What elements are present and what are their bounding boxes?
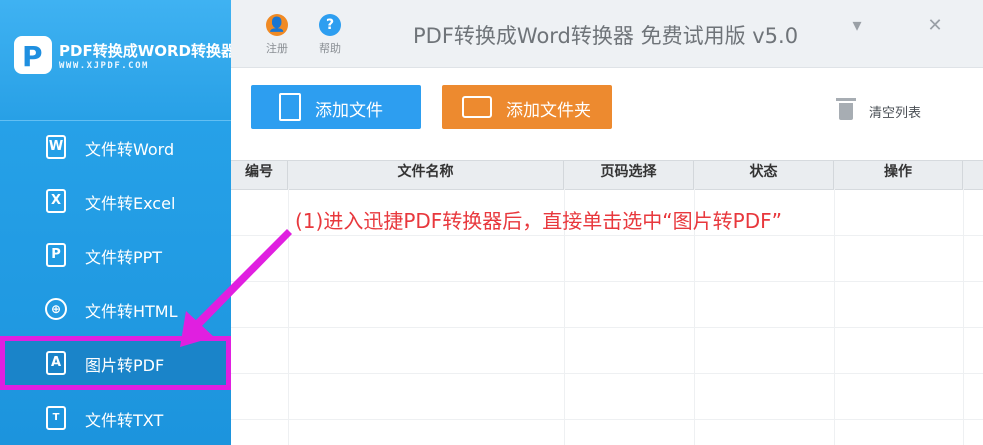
txt-file-icon: T bbox=[46, 406, 66, 430]
pdf-file-icon: A bbox=[46, 351, 66, 375]
user-icon: 👤 bbox=[266, 14, 288, 36]
close-icon[interactable]: ✕ bbox=[925, 15, 945, 36]
clear-list-label: 清空列表 bbox=[869, 106, 922, 121]
sidebar-item-label: 文件转TXT bbox=[85, 411, 164, 430]
table-row bbox=[231, 235, 983, 282]
logo-letter: P bbox=[22, 40, 43, 73]
help-label: 帮助 bbox=[319, 42, 341, 55]
column-header-actions: 操作 bbox=[834, 161, 963, 189]
register-button[interactable]: 👤 注册 bbox=[257, 14, 297, 56]
sidebar-item-label: 文件转PPT bbox=[85, 248, 163, 267]
sidebar-item-label: 文件转HTML bbox=[85, 302, 178, 321]
logo-area: P PDF转换成WORD转换器 WWW.XJPDF.COM bbox=[0, 0, 236, 121]
sidebar-item-html[interactable]: ⊕ 文件转HTML bbox=[0, 282, 231, 336]
sidebar-item-label: 文件转Word bbox=[85, 140, 175, 159]
file-table: 编号 文件名称 页码选择 状态 操作 bbox=[231, 160, 983, 445]
table-row bbox=[231, 373, 983, 420]
sidebar-item-excel[interactable]: X 文件转Excel bbox=[0, 174, 231, 228]
help-icon: ? bbox=[319, 14, 341, 36]
globe-icon: ⊕ bbox=[45, 298, 67, 320]
column-header-filename: 文件名称 bbox=[288, 161, 564, 189]
sidebar-item-word[interactable]: W 文件转Word bbox=[0, 120, 231, 174]
sidebar-item-label: 文件转Excel bbox=[85, 194, 176, 213]
trash-icon bbox=[836, 98, 856, 120]
excel-file-icon: X bbox=[46, 189, 66, 213]
minimize-icon[interactable]: ▾ bbox=[847, 15, 867, 36]
table-row bbox=[231, 281, 983, 328]
table-row bbox=[231, 327, 983, 374]
sidebar-item-txt[interactable]: T 文件转TXT bbox=[0, 391, 231, 445]
word-file-icon: W bbox=[46, 135, 66, 159]
folder-icon bbox=[462, 96, 492, 118]
add-file-label: 添加文件 bbox=[315, 101, 383, 121]
ppt-file-icon: P bbox=[46, 243, 66, 267]
add-file-button[interactable]: 添加文件 bbox=[251, 85, 421, 129]
add-folder-label: 添加文件夹 bbox=[506, 101, 591, 121]
file-icon bbox=[279, 93, 301, 121]
title-bar: 👤 注册 ? 帮助 PDF转换成Word转换器 免费试用版 v5.0 ▾ ✕ bbox=[231, 0, 983, 68]
column-header-page-select: 页码选择 bbox=[564, 161, 694, 189]
brand-url: WWW.XJPDF.COM bbox=[59, 61, 149, 71]
brand-title: PDF转换成WORD转换器 bbox=[59, 42, 236, 60]
sidebar-item-ppt[interactable]: P 文件转PPT bbox=[0, 228, 231, 282]
add-folder-button[interactable]: 添加文件夹 bbox=[442, 85, 612, 129]
column-header-index: 编号 bbox=[231, 161, 288, 189]
sidebar-item-label: 图片转PDF bbox=[85, 356, 165, 375]
sidebar-item-image-to-pdf[interactable]: A 图片转PDF bbox=[0, 336, 231, 390]
table-header: 编号 文件名称 页码选择 状态 操作 bbox=[231, 160, 983, 190]
help-button[interactable]: ? 帮助 bbox=[310, 14, 350, 56]
app-title: PDF转换成Word转换器 免费试用版 v5.0 bbox=[413, 24, 799, 48]
column-header-status: 状态 bbox=[694, 161, 834, 189]
sidebar: P PDF转换成WORD转换器 WWW.XJPDF.COM W 文件转Word … bbox=[0, 0, 236, 445]
app-logo-icon: P bbox=[14, 36, 52, 74]
register-label: 注册 bbox=[266, 42, 288, 55]
annotation-text: (1)进入迅捷PDF转换器后，直接单击选中“图片转PDF” bbox=[295, 209, 782, 233]
